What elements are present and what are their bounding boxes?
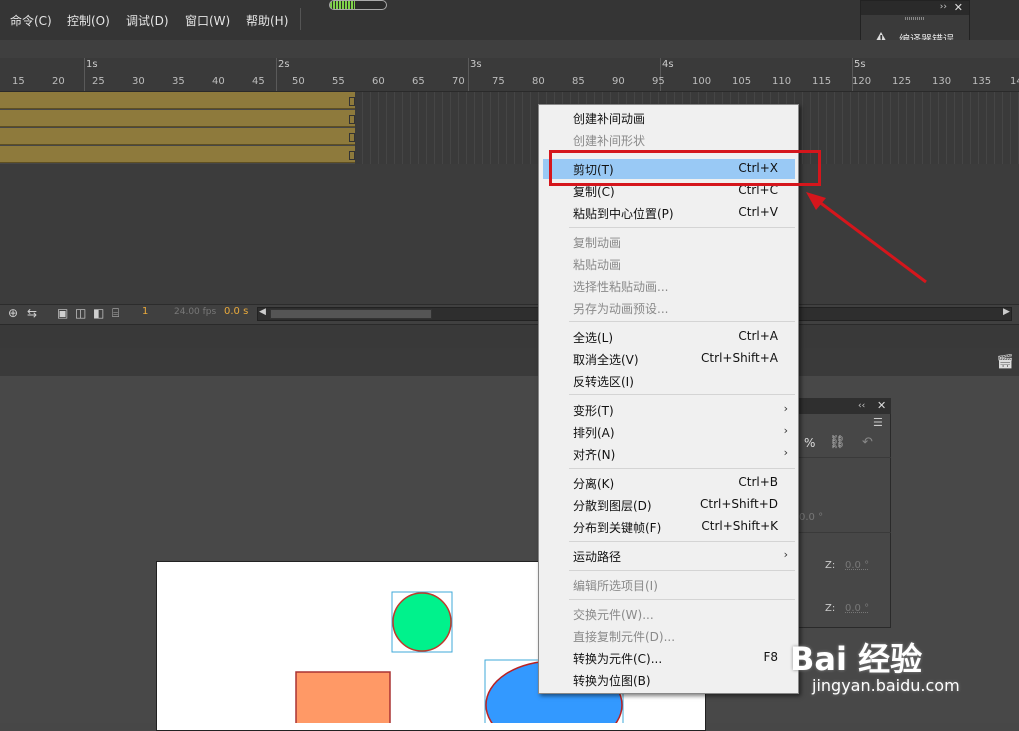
watermark-brand: Bai 经验 (790, 640, 923, 678)
watermark-url: jingyan.baidu.com (812, 676, 960, 695)
annotation-arrow (806, 192, 927, 284)
arrow-head (806, 192, 826, 210)
arrow-line (813, 196, 927, 284)
